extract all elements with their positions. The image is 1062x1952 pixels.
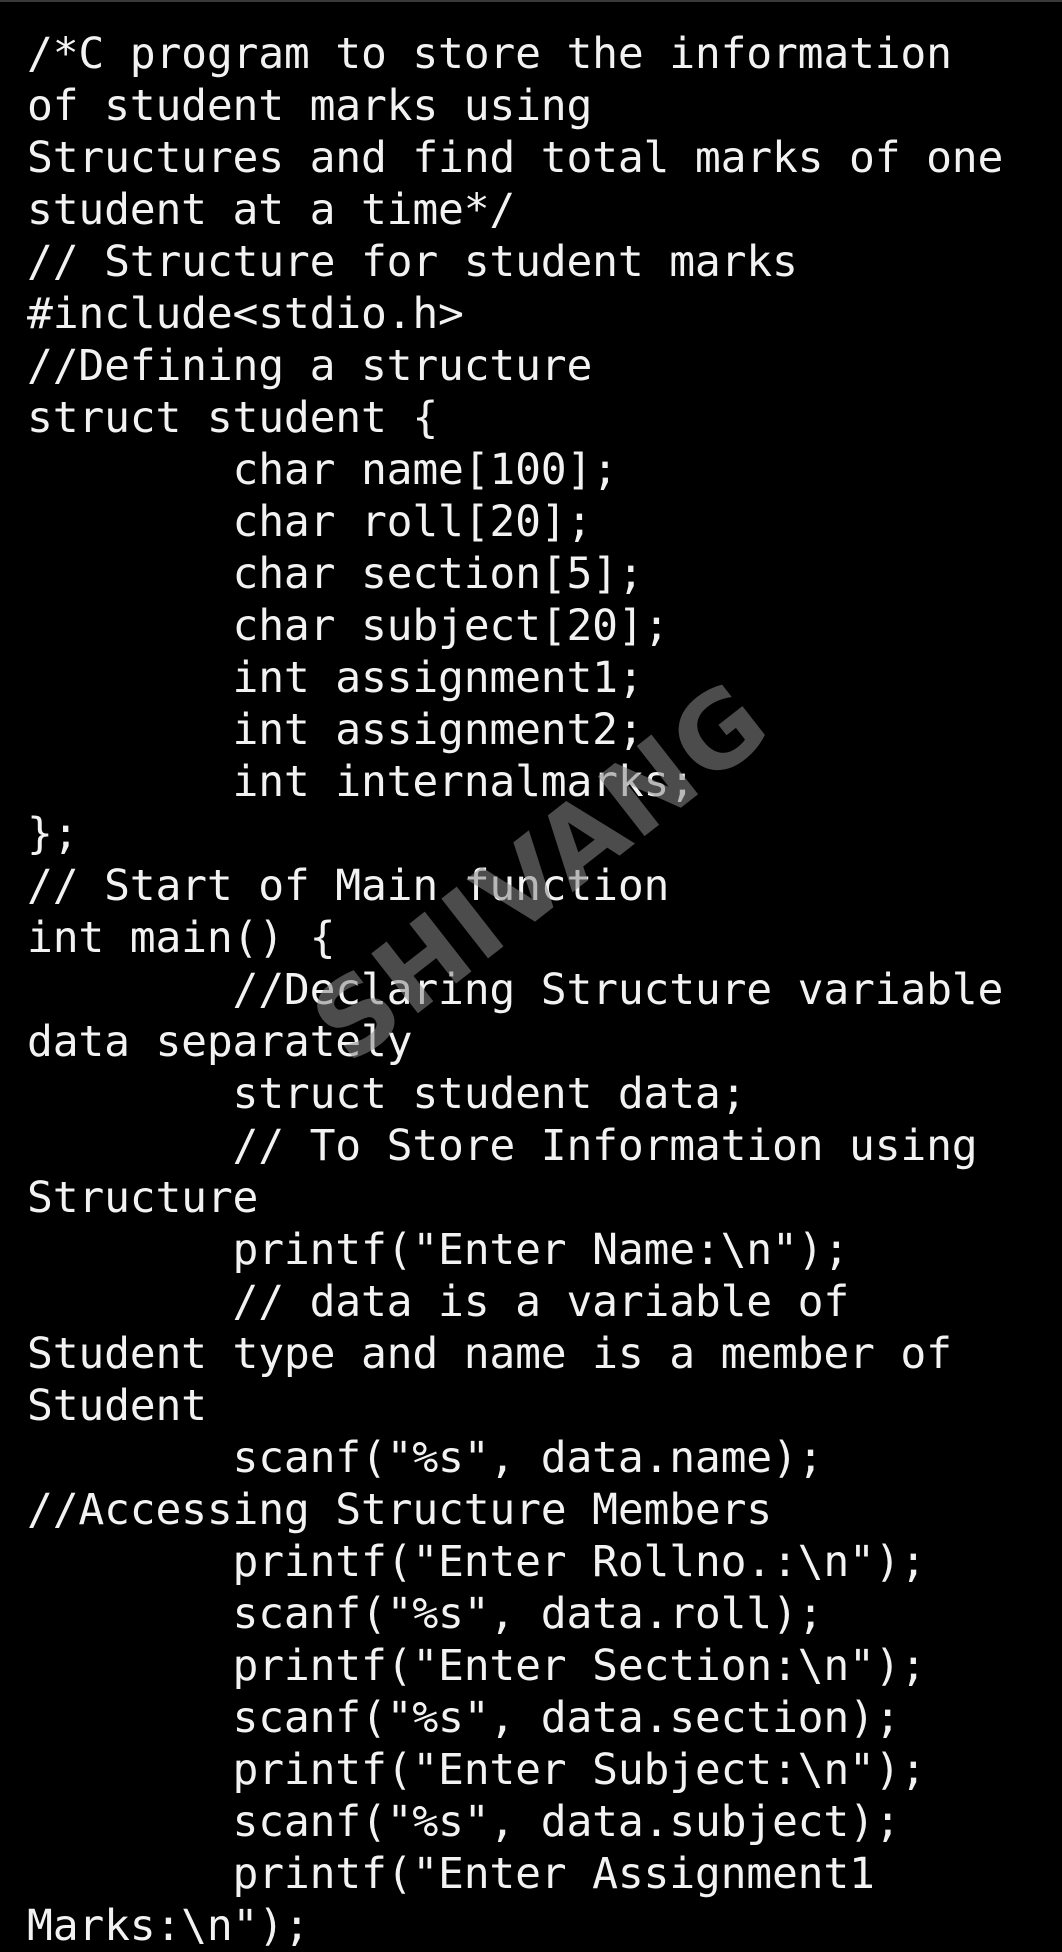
- code-line: Student type and name is a member of: [27, 1329, 952, 1379]
- code-block: /*C program to store the information of s…: [27, 28, 1057, 1952]
- code-line: Marks:\n");: [27, 1901, 310, 1951]
- code-line: int main() {: [27, 913, 336, 963]
- code-line: data separately: [27, 1017, 413, 1067]
- code-line: scanf("%s", data.subject);: [27, 1797, 901, 1847]
- code-line: #include<stdio.h>: [27, 289, 464, 339]
- code-line: //Declaring Structure variable: [27, 965, 1004, 1015]
- code-line: printf("Enter Name:\n");: [27, 1225, 850, 1275]
- code-line: char name[100];: [27, 445, 619, 495]
- top-divider: [0, 0, 1062, 2]
- code-line: struct student data;: [27, 1069, 747, 1119]
- code-line: //Defining a structure: [27, 341, 593, 391]
- code-line: printf("Enter Section:\n");: [27, 1641, 927, 1691]
- code-line: char subject[20];: [27, 601, 670, 651]
- code-line: Structures and find total marks of one: [27, 133, 1004, 183]
- code-line: Structure: [27, 1173, 259, 1223]
- code-line: of student marks using: [27, 81, 593, 131]
- code-line: Student: [27, 1381, 207, 1431]
- code-line: int internalmarks;: [27, 757, 696, 807]
- code-line: int assignment1;: [27, 653, 644, 703]
- code-line: printf("Enter Assignment1: [27, 1849, 875, 1899]
- code-line: // Start of Main function: [27, 861, 670, 911]
- code-line: int assignment2;: [27, 705, 644, 755]
- code-line: scanf("%s", data.section);: [27, 1693, 901, 1743]
- code-line: /*C program to store the information: [27, 29, 952, 79]
- code-line: scanf("%s", data.roll);: [27, 1589, 824, 1639]
- code-line: student at a time*/: [27, 185, 516, 235]
- code-line: printf("Enter Subject:\n");: [27, 1745, 927, 1795]
- code-line: // Structure for student marks: [27, 237, 798, 287]
- code-line: // To Store Information using: [27, 1121, 978, 1171]
- code-line: };: [27, 809, 79, 859]
- code-line: printf("Enter Rollno.:\n");: [27, 1537, 927, 1587]
- code-line: struct student {: [27, 393, 439, 443]
- code-line: scanf("%s", data.name);: [27, 1433, 824, 1483]
- code-line: char section[5];: [27, 549, 644, 599]
- code-line: // data is a variable of: [27, 1277, 850, 1327]
- code-line: char roll[20];: [27, 497, 593, 547]
- code-line: //Accessing Structure Members: [27, 1485, 772, 1535]
